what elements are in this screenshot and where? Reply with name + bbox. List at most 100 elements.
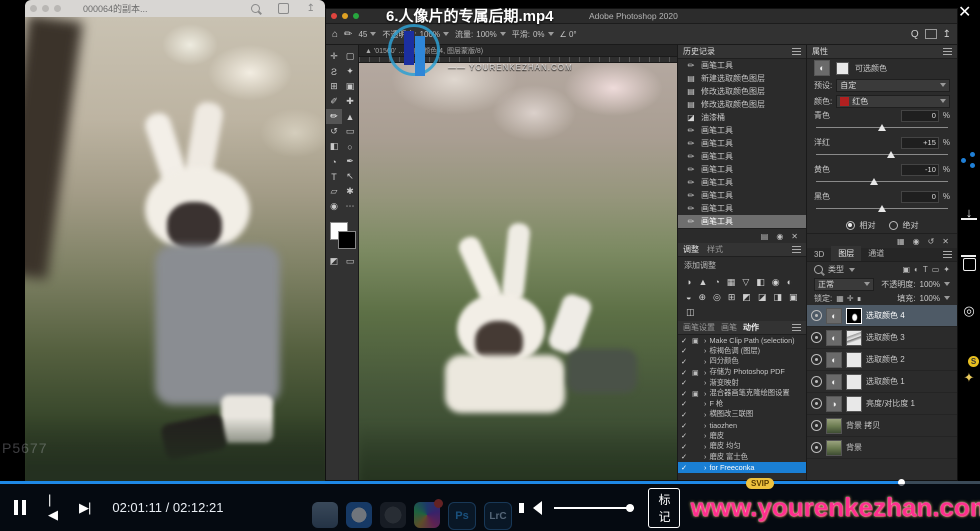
slider-thumb[interactable] — [870, 178, 878, 185]
filter-pixel-icon[interactable]: ▣ — [902, 265, 910, 274]
layer-row[interactable]: ◐选取颜色 3 — [807, 327, 957, 349]
layer-row[interactable]: ◑亮度/对比度 1 — [807, 393, 957, 415]
history-item[interactable]: ✏画笔工具 — [678, 176, 806, 189]
history-item[interactable]: ◪油漆桶 — [678, 111, 806, 124]
search-icon[interactable] — [814, 265, 823, 274]
black-value[interactable]: 0 — [901, 191, 939, 203]
eraser-tool[interactable]: ▭ — [342, 124, 358, 139]
clip-to-layer-icon[interactable]: ▦ — [897, 237, 905, 246]
panel-menu-icon[interactable] — [792, 246, 801, 253]
action-item[interactable]: ✓▣›混合器画笔克隆绘图设置 — [678, 388, 806, 399]
channel-mixer-icon[interactable]: ⊕ — [698, 292, 706, 303]
mark-button[interactable]: 标记 — [648, 488, 680, 528]
move-tool[interactable]: ✛ — [326, 49, 342, 64]
layer-row[interactable]: 背景 拷贝 — [807, 415, 957, 437]
visibility-eye-icon[interactable] — [811, 310, 822, 321]
expand-icon[interactable]: › — [704, 357, 706, 366]
expand-icon[interactable]: › — [704, 368, 706, 377]
expand-icon[interactable]: › — [704, 346, 706, 355]
workspace-icon[interactable] — [925, 29, 937, 39]
dialog-toggle-icon[interactable]: ▣ — [692, 389, 701, 398]
layer-row[interactable]: ◐选取颜色 1 — [807, 371, 957, 393]
action-item[interactable]: ✓›渐变映射 — [678, 377, 806, 388]
history-item[interactable]: ▤修改选取颜色图层 — [678, 98, 806, 111]
check-icon[interactable]: ✓ — [681, 336, 689, 345]
action-item[interactable]: ✓›横图改三联图 — [678, 409, 806, 420]
history-item[interactable]: ✏画笔工具 — [678, 189, 806, 202]
dialog-toggle-icon[interactable]: ▣ — [692, 336, 701, 345]
share-icon[interactable] — [961, 152, 977, 168]
vibrance-icon[interactable]: ▽ — [742, 277, 749, 288]
reset-icon[interactable]: ↺ — [928, 237, 935, 246]
yellow-value[interactable]: -10 — [901, 164, 939, 176]
threshold-icon[interactable]: ◪ — [758, 292, 767, 303]
layer-mask-thumbnail[interactable] — [846, 308, 862, 324]
relative-radio[interactable] — [846, 221, 855, 230]
expand-icon[interactable]: › — [704, 336, 706, 345]
background-color[interactable] — [338, 231, 356, 249]
finder-minimize-button[interactable] — [42, 5, 49, 12]
properties-panel-header[interactable]: 属性 — [807, 45, 957, 59]
new-document-from-state-icon[interactable]: ▤ — [761, 232, 769, 241]
adjustments-panel-header[interactable]: 调整 样式 — [678, 243, 806, 257]
posterize-icon[interactable]: ◩ — [742, 292, 751, 303]
more-tools[interactable]: ⋯ — [342, 199, 358, 214]
history-panel-header[interactable]: 历史记录 — [678, 45, 806, 59]
action-item-selected[interactable]: ✓›for Freeconka — [678, 462, 806, 473]
filter-type-icon[interactable]: T — [923, 265, 928, 274]
filter-adjustment-icon[interactable]: ◐ — [914, 265, 919, 274]
visibility-eye-icon[interactable] — [811, 376, 822, 387]
layer-mask-thumbnail[interactable] — [846, 374, 862, 390]
quick-mask-button[interactable]: ◩ — [326, 254, 342, 269]
absolute-radio[interactable] — [889, 221, 898, 230]
history-item[interactable]: ✏画笔工具 — [678, 124, 806, 137]
slider-thumb[interactable] — [878, 124, 886, 131]
brush-tool-icon[interactable]: ✏ — [344, 29, 352, 40]
check-icon[interactable]: ✓ — [681, 463, 689, 472]
check-icon[interactable]: ✓ — [681, 389, 689, 398]
action-item[interactable]: ✓›磨皮 富士色 — [678, 452, 806, 463]
layer-row[interactable]: ◐选取颜色 2 — [807, 349, 957, 371]
yellow-slider[interactable] — [816, 177, 948, 187]
layer-opacity-value[interactable]: 100% — [920, 280, 940, 289]
hand-tool[interactable]: ✱ — [342, 184, 358, 199]
preset-dropdown[interactable]: 自定 — [836, 79, 950, 92]
color-swatches[interactable] — [326, 220, 358, 254]
black-slider[interactable] — [816, 204, 948, 214]
slider-thumb[interactable] — [878, 205, 886, 212]
brush-angle-control[interactable]: ∠ 0° — [560, 30, 577, 39]
actions-panel-header[interactable]: 画笔设置 画笔 动作 — [678, 321, 806, 335]
history-item[interactable]: ▤修改选取颜色图层 — [678, 85, 806, 98]
document-photo[interactable] — [359, 63, 677, 480]
history-item[interactable]: ▤新建选取颜色图层 — [678, 72, 806, 85]
dialog-toggle-icon[interactable]: ▣ — [692, 368, 701, 377]
extra-adjustment-icon[interactable]: ◫ — [686, 307, 695, 318]
action-item[interactable]: ✓›四分颜色 — [678, 356, 806, 367]
action-item[interactable]: ✓▣›Make Clip Path (selection) — [678, 335, 806, 346]
photo-filter-icon[interactable]: ◒ — [686, 292, 691, 303]
blur-tool[interactable]: ○ — [342, 139, 358, 154]
action-item[interactable]: ✓›tiaozhen — [678, 420, 806, 431]
previous-button[interactable]: |◀ — [48, 492, 57, 523]
tab-brush-settings[interactable]: 画笔设置 — [683, 322, 715, 333]
volume-icon[interactable] — [533, 501, 542, 515]
tab-brushes[interactable]: 画笔 — [721, 322, 737, 333]
history-item[interactable]: ✏画笔工具 — [678, 137, 806, 150]
expand-icon[interactable]: › — [704, 389, 706, 398]
exposure-icon[interactable]: ▦ — [727, 277, 736, 288]
history-item[interactable]: ✏画笔工具 — [678, 59, 806, 72]
check-icon[interactable]: ✓ — [681, 452, 689, 461]
visibility-eye-icon[interactable] — [811, 398, 822, 409]
dodge-tool[interactable]: ◔ — [326, 154, 342, 169]
pin-icon[interactable]: ✦ — [961, 370, 977, 386]
check-icon[interactable]: ✓ — [681, 421, 689, 430]
expand-icon[interactable]: › — [704, 452, 706, 461]
eyedropper-tool[interactable]: ✐ — [326, 94, 342, 109]
hue-saturation-icon[interactable]: ◧ — [756, 277, 765, 288]
healing-brush-tool[interactable]: ✚ — [342, 94, 358, 109]
cyan-value[interactable]: 0 — [901, 110, 939, 122]
panel-menu-icon[interactable] — [943, 48, 952, 55]
share-icon[interactable]: ↥ — [307, 3, 315, 14]
invert-icon[interactable]: ⊞ — [728, 292, 736, 303]
frame-tool[interactable]: ▣ — [342, 79, 358, 94]
